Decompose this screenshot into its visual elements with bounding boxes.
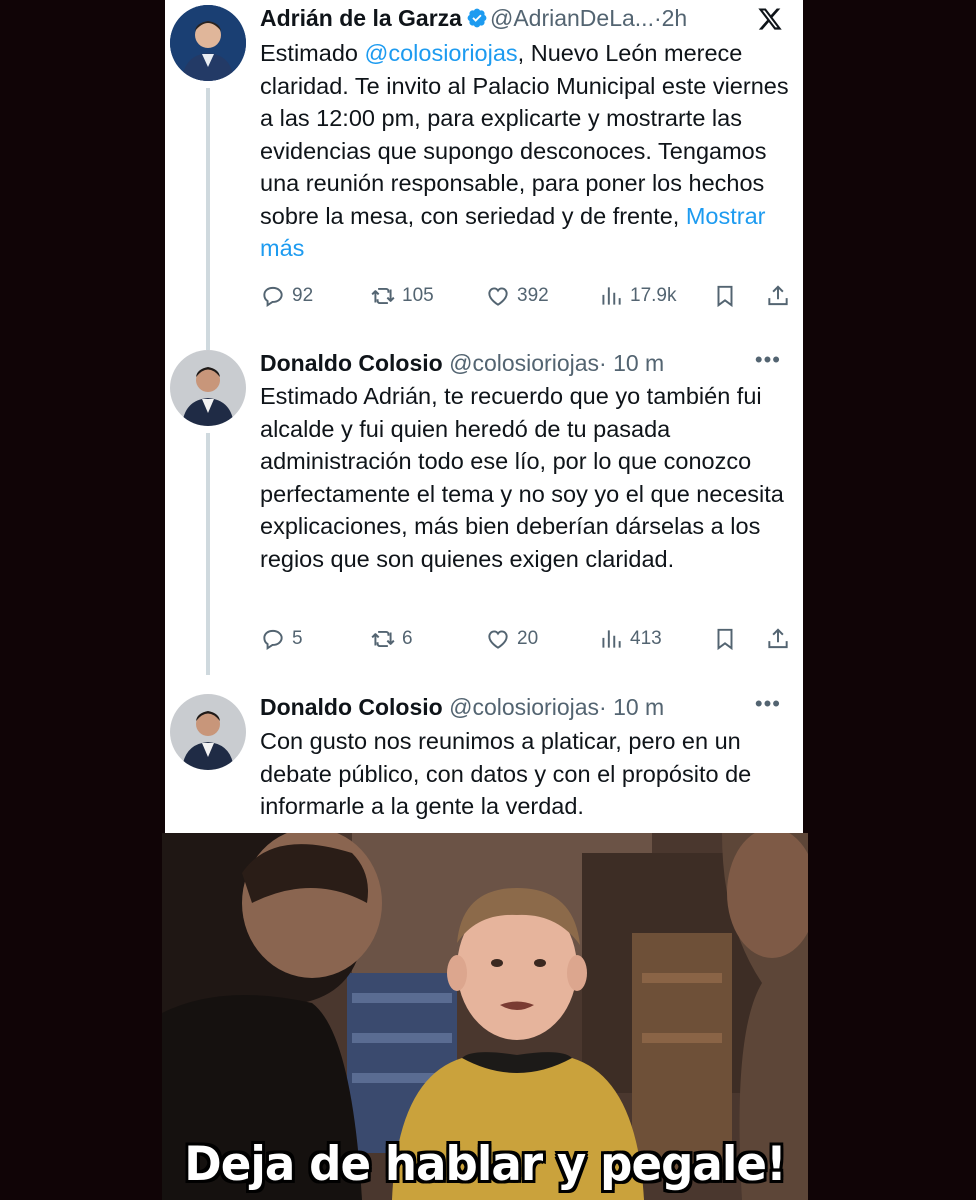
timestamp[interactable]: 10 m bbox=[613, 350, 664, 376]
mention-link[interactable]: @colosioriojas bbox=[365, 40, 518, 66]
retweet-icon bbox=[371, 287, 395, 305]
thread-line bbox=[206, 88, 210, 345]
share-button[interactable] bbox=[765, 281, 791, 311]
tweet-actions: 5 6 20 413 bbox=[260, 624, 793, 654]
avatar[interactable] bbox=[170, 5, 246, 81]
timestamp[interactable]: 2h bbox=[662, 5, 688, 31]
heart-icon bbox=[488, 287, 508, 306]
tweet-donaldo-reply-1[interactable]: Donaldo Colosio @colosioriojas· 10 m •••… bbox=[165, 345, 803, 675]
bookmark-icon bbox=[717, 285, 733, 308]
author-handle[interactable]: @colosioriojas bbox=[449, 350, 599, 376]
views-button[interactable]: 17.9k bbox=[598, 281, 676, 311]
bookmark-button[interactable] bbox=[712, 624, 738, 654]
tweet-thread-screenshot: Adrián de la Garza @AdrianDeLa...·2h Esti… bbox=[165, 0, 803, 833]
separator: · bbox=[599, 350, 607, 376]
bookmark-button[interactable] bbox=[712, 281, 738, 311]
tweet-header: Adrián de la Garza @AdrianDeLa...·2h bbox=[260, 2, 793, 34]
verified-badge-icon bbox=[467, 8, 487, 28]
like-button[interactable]: 392 bbox=[485, 281, 549, 311]
author-name[interactable]: Adrián de la Garza bbox=[260, 5, 462, 31]
heart-icon bbox=[488, 630, 508, 649]
meme-image: Deja de hablar y pegale! bbox=[162, 833, 808, 1200]
thread-line bbox=[206, 433, 210, 675]
tweet-actions: 92 105 392 17.9k bbox=[260, 281, 793, 311]
more-dots-icon[interactable]: ••• bbox=[755, 347, 781, 373]
tweet-text: Con gusto nos reunimos a platicar, pero … bbox=[260, 728, 752, 819]
share-button[interactable] bbox=[765, 624, 791, 654]
views-button[interactable]: 413 bbox=[598, 624, 662, 654]
separator: · bbox=[653, 5, 662, 31]
like-count: 392 bbox=[517, 285, 549, 306]
like-count: 20 bbox=[517, 628, 539, 649]
share-icon bbox=[768, 285, 788, 306]
tweet-header: Donaldo Colosio @colosioriojas· 10 m ••• bbox=[260, 347, 793, 379]
retweet-count: 6 bbox=[402, 628, 413, 649]
author-handle[interactable]: @colosioriojas bbox=[449, 694, 599, 720]
tweet-text: Estimado Adrián, te recuerdo que yo tamb… bbox=[260, 383, 784, 572]
reply-count: 5 bbox=[292, 628, 303, 649]
tweet-adrian[interactable]: Adrián de la Garza @AdrianDeLa...·2h Esti… bbox=[165, 0, 803, 345]
tweet-header: Donaldo Colosio @colosioriojas· 10 m ••• bbox=[260, 691, 793, 723]
reply-button[interactable]: 92 bbox=[260, 281, 313, 311]
separator: · bbox=[599, 694, 607, 720]
share-icon bbox=[768, 628, 788, 649]
reply-button[interactable]: 5 bbox=[260, 624, 303, 654]
reply-icon bbox=[263, 286, 283, 308]
meme-caption: Deja de hablar y pegale! bbox=[184, 1137, 786, 1192]
tweet-donaldo-reply-2[interactable]: Donaldo Colosio @colosioriojas· 10 m •••… bbox=[165, 689, 803, 833]
views-icon bbox=[602, 630, 621, 648]
avatar[interactable] bbox=[170, 350, 246, 426]
x-logo-icon bbox=[758, 8, 782, 30]
retweet-icon bbox=[371, 630, 395, 648]
views-icon bbox=[602, 287, 621, 305]
reply-count: 92 bbox=[292, 285, 314, 306]
timestamp[interactable]: 10 m bbox=[613, 694, 664, 720]
views-count: 17.9k bbox=[630, 285, 677, 306]
like-button[interactable]: 20 bbox=[485, 624, 538, 654]
author-name[interactable]: Donaldo Colosio bbox=[260, 350, 443, 376]
avatar[interactable] bbox=[170, 694, 246, 770]
reply-icon bbox=[263, 629, 283, 651]
views-count: 413 bbox=[630, 628, 662, 649]
more-dots-icon[interactable]: ••• bbox=[755, 691, 781, 717]
author-name[interactable]: Donaldo Colosio bbox=[260, 694, 443, 720]
tweet-text: Estimado @colosioriojas, Nuevo León mere… bbox=[260, 40, 789, 261]
retweet-count: 105 bbox=[402, 285, 434, 306]
retweet-button[interactable]: 105 bbox=[370, 281, 434, 311]
bookmark-icon bbox=[717, 628, 733, 651]
thread-line bbox=[206, 345, 210, 350]
author-handle[interactable]: @AdrianDeLa... bbox=[490, 5, 654, 31]
retweet-button[interactable]: 6 bbox=[370, 624, 413, 654]
